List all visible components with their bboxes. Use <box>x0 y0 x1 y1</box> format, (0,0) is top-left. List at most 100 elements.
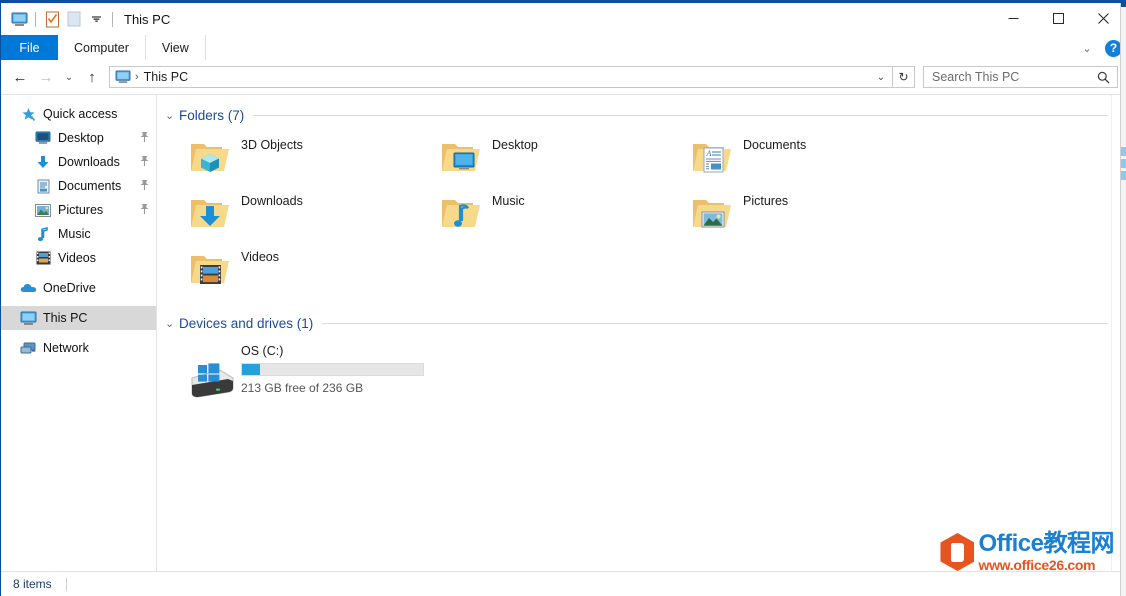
properties-icon[interactable] <box>41 8 63 30</box>
hard-drive-windows-icon <box>185 352 237 400</box>
sidebar-item-label: Quick access <box>43 107 118 121</box>
pin-icon[interactable] <box>139 203 150 218</box>
download-arrow-icon <box>34 154 52 170</box>
background-window-sliver <box>1120 3 1126 596</box>
sidebar-item-quick-access[interactable]: Quick access <box>1 102 156 126</box>
group-header-folders[interactable]: ⌄ Folders (7) <box>165 104 1126 126</box>
tab-view[interactable]: View <box>146 35 206 60</box>
back-button[interactable]: ← <box>7 64 33 90</box>
file-list-pane[interactable]: ⌄ Folders (7) 3D Objects Desktop A Docum… <box>157 95 1126 571</box>
tile-label: Pictures <box>743 194 789 208</box>
pin-icon[interactable] <box>139 179 150 194</box>
folders-tile-grid: 3D Objects Desktop A Documents Downloads… <box>165 126 1126 298</box>
tile-music[interactable]: Music <box>430 186 681 242</box>
tab-computer[interactable]: Computer <box>58 35 146 60</box>
background-window-item <box>1121 159 1126 168</box>
breadcrumb-this-pc[interactable]: This PC <box>144 70 188 84</box>
address-bar[interactable]: › This PC ⌄ <box>109 66 893 88</box>
tile-3d-objects[interactable]: 3D Objects <box>179 130 430 186</box>
tile-documents[interactable]: A Documents <box>681 130 932 186</box>
qat-separator-1 <box>35 11 36 27</box>
ribbon-tab-bar: File Computer View ⌄ ? <box>1 35 1126 61</box>
forward-button: → <box>38 68 54 86</box>
sidebar-item-network[interactable]: Network <box>1 336 156 360</box>
pin-icon[interactable] <box>139 155 150 170</box>
sidebar-item-onedrive[interactable]: OneDrive <box>1 276 156 300</box>
background-window-titlebar <box>1121 3 1126 7</box>
tile-label: Desktop <box>492 138 538 152</box>
sidebar-item-this-pc[interactable]: This PC <box>1 306 156 330</box>
window-title: This PC <box>124 11 171 27</box>
sidebar-item-videos[interactable]: Videos <box>1 246 156 270</box>
up-button[interactable]: ↑ <box>79 64 105 90</box>
tile-videos[interactable]: Videos <box>179 242 430 298</box>
folder-videos-icon <box>185 246 235 294</box>
music-note-icon <box>34 226 52 242</box>
group-divider <box>322 322 1108 324</box>
folder-pictures-icon <box>687 190 737 238</box>
group-title: Folders (7) <box>179 107 245 123</box>
ribbon-right-controls: ⌄ ? <box>1078 35 1122 61</box>
tile-downloads[interactable]: Downloads <box>179 186 430 242</box>
sidebar-item-label: Videos <box>58 251 96 265</box>
title-bar: This PC <box>1 3 1126 35</box>
address-this-pc-icon <box>115 70 131 84</box>
chevron-down-icon[interactable]: ⌄ <box>1078 42 1096 55</box>
item-count-label: 8 items <box>13 577 52 591</box>
search-box[interactable] <box>923 66 1118 88</box>
refresh-button[interactable]: ↻ <box>893 66 915 88</box>
search-input[interactable] <box>932 70 1094 84</box>
background-window-items <box>1121 147 1126 180</box>
tab-file[interactable]: File <box>1 35 58 60</box>
background-window-item <box>1121 171 1126 180</box>
address-dropdown-chevron-down-icon[interactable]: ⌄ <box>872 72 890 83</box>
chevron-down-icon[interactable]: ⌄ <box>165 317 179 330</box>
chevron-down-icon[interactable]: ⌄ <box>165 109 179 122</box>
sidebar-item-label: Network <box>43 341 89 355</box>
film-strip-icon <box>34 250 52 266</box>
sidebar-item-label: This PC <box>43 311 88 325</box>
minimize-button[interactable] <box>991 3 1036 34</box>
sidebar-item-pictures[interactable]: Pictures <box>1 198 156 222</box>
tile-label: Documents <box>743 138 807 152</box>
tile-label: Music <box>492 194 525 208</box>
folder-music-icon <box>436 190 486 238</box>
drive-usage-bar <box>241 363 424 376</box>
tile-desktop[interactable]: Desktop <box>430 130 681 186</box>
navigation-bar: ← → ⌄ ↑ › This PC ⌄ ↻ <box>1 61 1126 93</box>
background-window-item <box>1121 147 1126 156</box>
status-separator <box>65 577 67 591</box>
folder-downloads-icon <box>185 190 235 238</box>
maximize-button[interactable] <box>1036 3 1081 34</box>
file-explorer-window: This PC File Computer View ⌄ ? ← → ⌄ ↑ ›… <box>0 0 1126 596</box>
group-header-devices-and-drives[interactable]: ⌄ Devices and drives (1) <box>165 312 1126 334</box>
explorer-body: Quick access Desktop Downloads Documents… <box>1 94 1126 571</box>
sidebar-item-music[interactable]: Music <box>1 222 156 246</box>
sidebar-item-downloads[interactable]: Downloads <box>1 150 156 174</box>
sidebar-item-label: OneDrive <box>43 281 96 295</box>
this-pc-icon[interactable] <box>8 8 30 30</box>
drive-usage-fill <box>242 364 261 375</box>
breadcrumb-separator: › <box>135 71 139 83</box>
drive-name: OS (C:) <box>241 344 284 358</box>
sidebar-item-label: Desktop <box>58 131 104 145</box>
sidebar-item-documents[interactable]: Documents <box>1 174 156 198</box>
new-folder-icon[interactable] <box>63 8 85 30</box>
document-icon <box>34 178 52 194</box>
this-pc-icon <box>19 310 37 326</box>
navigation-pane[interactable]: Quick access Desktop Downloads Documents… <box>1 95 157 571</box>
status-bar: 8 items <box>1 571 1126 596</box>
search-icon[interactable] <box>1094 71 1113 84</box>
recent-locations-chevron-down-icon[interactable]: ⌄ <box>59 64 79 90</box>
tile-drive-os-c[interactable]: OS (C:) 213 GB free of 236 GB <box>165 334 435 400</box>
sidebar-item-desktop[interactable]: Desktop <box>1 126 156 150</box>
tile-pictures[interactable]: Pictures <box>681 186 932 242</box>
drive-free-space-text: 213 GB free of 236 GB <box>241 381 364 395</box>
picture-icon <box>34 202 52 218</box>
svg-text:A: A <box>706 149 712 158</box>
sidebar-item-label: Documents <box>58 179 122 193</box>
window-controls <box>991 3 1126 34</box>
sidebar-item-label: Downloads <box>58 155 120 169</box>
pin-icon[interactable] <box>139 131 150 146</box>
customize-qat-chevron[interactable] <box>85 8 107 30</box>
